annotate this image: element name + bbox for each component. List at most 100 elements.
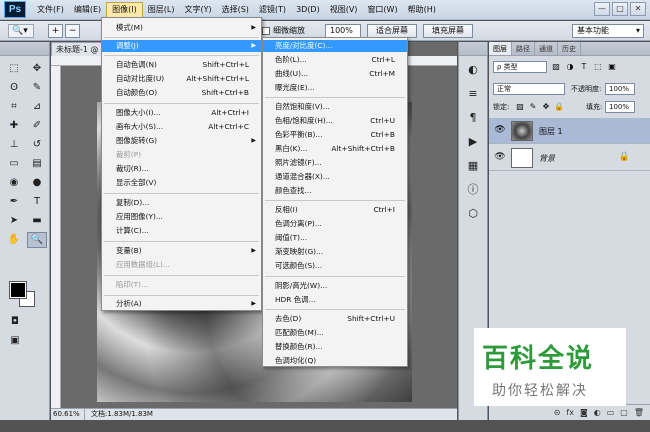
menu-image[interactable]: 图像(I) <box>106 1 143 18</box>
menu-item-duplicate[interactable]: 复制(D)... <box>102 197 261 209</box>
menu-item-exposure[interactable]: 曝光度(E)... <box>263 82 407 94</box>
actions-panel-icon[interactable]: ▶ <box>462 132 484 152</box>
layer-name[interactable]: 背景 <box>539 153 555 164</box>
gradient-tool-icon[interactable]: ▤ <box>27 156 47 172</box>
move-tool-icon[interactable]: ✥ <box>27 61 47 77</box>
tab-history[interactable]: 历史 <box>558 42 581 55</box>
adjustment-layer-icon[interactable]: ◐ <box>594 405 601 420</box>
blend-mode-select[interactable]: 正常 <box>493 83 565 95</box>
visibility-eye-icon[interactable]: 👁 <box>494 151 506 163</box>
menu-item-gradient-map[interactable]: 渐变映射(G)... <box>263 246 407 258</box>
tools-panel-grip[interactable] <box>0 42 49 56</box>
opacity-input[interactable]: 100% <box>605 83 635 95</box>
menu-item-reveal-all[interactable]: 显示全部(V) <box>102 177 261 189</box>
zoom-tool-preset-icon[interactable]: 🔍▾ <box>8 24 34 38</box>
hand-tool-icon[interactable]: ✋ <box>4 232 24 248</box>
menu-item-photo-filter[interactable]: 照片滤镜(F)... <box>263 157 407 169</box>
new-group-icon[interactable]: ▭ <box>607 405 615 420</box>
eyedropper-tool-icon[interactable]: ⊿ <box>27 99 47 115</box>
menu-item-hdr-toning[interactable]: HDR 色调... <box>263 294 407 306</box>
menu-item-equalize[interactable]: 色调均化(Q) <box>263 355 407 367</box>
blur-tool-icon[interactable]: ◉ <box>4 175 24 191</box>
menu-item-replace-color[interactable]: 替换颜色(R)... <box>263 341 407 353</box>
fill-input[interactable]: 100% <box>605 101 635 113</box>
menu-filter[interactable]: 滤镜(T) <box>254 2 291 18</box>
menu-item-calculations[interactable]: 计算(C)... <box>102 225 261 237</box>
scrubby-zoom-checkbox[interactable] <box>262 27 270 35</box>
menu-item-mode[interactable]: 模式(M) ▶ <box>102 22 261 34</box>
close-button[interactable]: ✕ <box>630 2 646 16</box>
lock-all-icon[interactable]: 🔒 <box>554 101 564 113</box>
tab-paths[interactable]: 路径 <box>512 42 535 55</box>
layer-row[interactable]: 👁 图层 1 <box>489 118 650 144</box>
properties-panel-icon[interactable]: ≡ <box>462 84 484 104</box>
menu-item-desaturate[interactable]: 去色(D) Shift+Ctrl+U <box>263 313 407 325</box>
menu-item-black-white[interactable]: 黑白(K)... Alt+Shift+Ctrl+B <box>263 143 407 155</box>
visibility-eye-icon[interactable]: 👁 <box>494 124 506 136</box>
new-layer-icon[interactable]: ▢ <box>620 405 628 420</box>
menu-item-shadows-highlights[interactable]: 阴影/高光(W)... <box>263 280 407 292</box>
menu-item-canvas-size[interactable]: 画布大小(S)... Alt+Ctrl+C <box>102 121 261 133</box>
minimize-button[interactable]: — <box>594 2 610 16</box>
menu-item-curves[interactable]: 曲线(U)... Ctrl+M <box>263 68 407 80</box>
type-tool-icon[interactable]: T <box>27 194 47 210</box>
menu-item-invert[interactable]: 反相(I) Ctrl+I <box>263 204 407 216</box>
link-layers-icon[interactable]: ⊝ <box>554 405 561 420</box>
marquee-tool-icon[interactable]: ⬚ <box>4 61 24 77</box>
dodge-tool-icon[interactable]: ● <box>27 175 47 191</box>
menu-item-auto-color[interactable]: 自动颜色(O) Shift+Ctrl+B <box>102 87 261 99</box>
lock-position-icon[interactable]: ✥ <box>541 101 551 113</box>
menu-3d[interactable]: 3D(D) <box>291 2 325 18</box>
menu-item-posterize[interactable]: 色调分离(P)... <box>263 218 407 230</box>
menu-item-brightness-contrast[interactable]: 亮度/对比度(C)... <box>263 40 407 52</box>
workspace-select[interactable]: 基本功能 <box>572 24 644 38</box>
smart-object-filter-icon[interactable]: ▣ <box>607 61 617 73</box>
menu-item-apply-image[interactable]: 应用图像(Y)... <box>102 211 261 223</box>
fit-screen-button[interactable]: 适合屏幕 <box>367 24 417 38</box>
menu-item-channel-mixer[interactable]: 通道混合器(X)... <box>263 171 407 183</box>
healing-tool-icon[interactable]: ✚ <box>4 118 24 134</box>
menu-item-variables[interactable]: 变量(B) ▶ <box>102 245 261 257</box>
lock-pixels-icon[interactable]: ✎ <box>528 101 538 113</box>
menu-item-vibrance[interactable]: 自然饱和度(V)... <box>263 101 407 113</box>
pixel-filter-icon[interactable]: ▨ <box>551 61 561 73</box>
3d-panel-icon[interactable]: ⬡ <box>462 204 484 224</box>
zoom-tool-icon[interactable]: 🔍 <box>27 232 47 248</box>
layer-kind-select[interactable]: ρ 类型 <box>493 61 547 73</box>
zoom-in-icon[interactable]: + <box>48 24 63 38</box>
pen-tool-icon[interactable]: ✒ <box>4 194 24 210</box>
menu-item-image-size[interactable]: 图像大小(I)... Alt+Ctrl+I <box>102 107 261 119</box>
menu-layer[interactable]: 图层(L) <box>143 2 180 18</box>
foreground-color-swatch[interactable] <box>9 281 27 299</box>
crop-tool-icon[interactable]: ⌗ <box>4 99 24 115</box>
menu-item-image-rotation[interactable]: 图像旋转(G) ▶ <box>102 135 261 147</box>
add-mask-icon[interactable]: ◙ <box>580 405 588 420</box>
adjustments-panel-icon[interactable]: ▦ <box>462 156 484 176</box>
layer-row[interactable]: 👁 背景 🔒 <box>489 145 650 171</box>
lock-transparent-icon[interactable]: ▨ <box>515 101 525 113</box>
zoom-level[interactable]: 60.61% <box>51 409 85 420</box>
color-panel-icon[interactable]: ◐ <box>462 60 484 80</box>
type-filter-icon[interactable]: T <box>579 61 589 73</box>
info-panel-icon[interactable]: ⓘ <box>462 180 484 200</box>
menu-item-analysis[interactable]: 分析(A) ▶ <box>102 298 261 310</box>
menu-item-color-lookup[interactable]: 颜色查找... <box>263 185 407 197</box>
menu-item-color-balance[interactable]: 色彩平衡(B)... Ctrl+B <box>263 129 407 141</box>
menu-view[interactable]: 视图(V) <box>325 2 363 18</box>
screen-mode-icon[interactable]: ▣ <box>5 333 25 349</box>
menu-file[interactable]: 文件(F) <box>32 2 69 18</box>
menu-select[interactable]: 选择(S) <box>217 2 254 18</box>
fill-screen-button[interactable]: 填充屏幕 <box>423 24 473 38</box>
zoom-percent-button[interactable]: 100% <box>325 24 361 38</box>
menu-item-adjustments[interactable]: 调整(J) ▶ <box>102 40 261 52</box>
brush-tool-icon[interactable]: ✐ <box>27 118 47 134</box>
menu-edit[interactable]: 编辑(E) <box>69 2 106 18</box>
history-brush-tool-icon[interactable]: ↺ <box>27 137 47 153</box>
menu-item-match-color[interactable]: 匹配颜色(M)... <box>263 327 407 339</box>
tab-layers[interactable]: 图层 <box>489 42 512 55</box>
zoom-out-icon[interactable]: − <box>65 24 80 38</box>
menu-item-selective-color[interactable]: 可选颜色(S)... <box>263 260 407 272</box>
eraser-tool-icon[interactable]: ▭ <box>4 156 24 172</box>
icon-column-grip[interactable] <box>459 42 487 56</box>
shape-filter-icon[interactable]: ⬚ <box>593 61 603 73</box>
